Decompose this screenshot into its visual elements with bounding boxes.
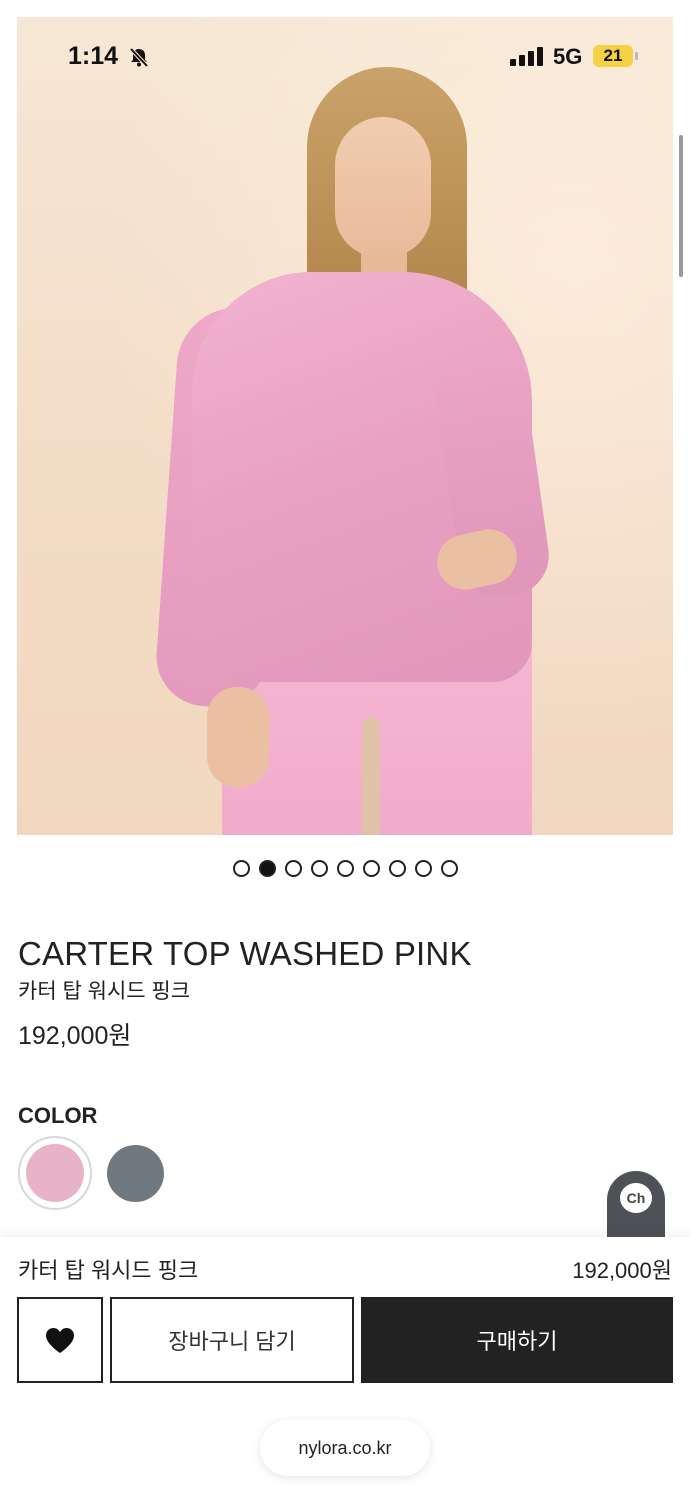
status-time: 1:14 xyxy=(68,42,119,70)
battery-tip xyxy=(635,52,638,60)
buy-now-button[interactable]: 구매하기 xyxy=(361,1297,673,1383)
status-bar: 1:14 5G 21 xyxy=(0,0,690,110)
address-bar[interactable]: nylora.co.kr xyxy=(260,1420,430,1476)
model-pants-gap xyxy=(362,717,380,835)
gallery-dot-active[interactable] xyxy=(259,860,276,877)
scroll-indicator[interactable] xyxy=(679,135,683,277)
silent-bell-icon xyxy=(129,47,149,68)
chat-icon[interactable]: Ch xyxy=(620,1183,652,1213)
swatch-gray[interactable] xyxy=(107,1145,164,1202)
battery-icon: 21 xyxy=(593,45,633,67)
wishlist-button[interactable] xyxy=(17,1297,103,1383)
gallery-dot[interactable] xyxy=(363,860,380,877)
network-type: 5G xyxy=(553,44,583,69)
selected-option-name: 카터 탑 워시드 핑크 xyxy=(18,1258,199,1283)
gallery-dot[interactable] xyxy=(311,860,328,877)
model-face xyxy=(335,117,431,257)
product-title: CARTER TOP WASHED PINK xyxy=(18,935,472,972)
heart-icon xyxy=(46,1327,74,1353)
signal-icon xyxy=(510,47,543,66)
gallery-dot[interactable] xyxy=(285,860,302,877)
color-label: COLOR xyxy=(18,1103,98,1128)
gallery-dot[interactable] xyxy=(441,860,458,877)
product-price: 192,000원 xyxy=(18,1022,132,1050)
product-subtitle: 카터 탑 워시드 핑크 xyxy=(18,980,191,1003)
gallery-dot[interactable] xyxy=(415,860,432,877)
model-hand-left xyxy=(207,687,269,787)
gallery-dot[interactable] xyxy=(337,860,354,877)
gallery-pagination xyxy=(233,860,458,877)
gallery-dot[interactable] xyxy=(389,860,406,877)
selected-option-price: 192,000원 xyxy=(572,1258,672,1283)
product-image[interactable] xyxy=(17,17,673,835)
swatch-washed-pink[interactable] xyxy=(26,1144,84,1202)
gallery-dot[interactable] xyxy=(233,860,250,877)
add-to-cart-button[interactable]: 장바구니 담기 xyxy=(110,1297,354,1383)
